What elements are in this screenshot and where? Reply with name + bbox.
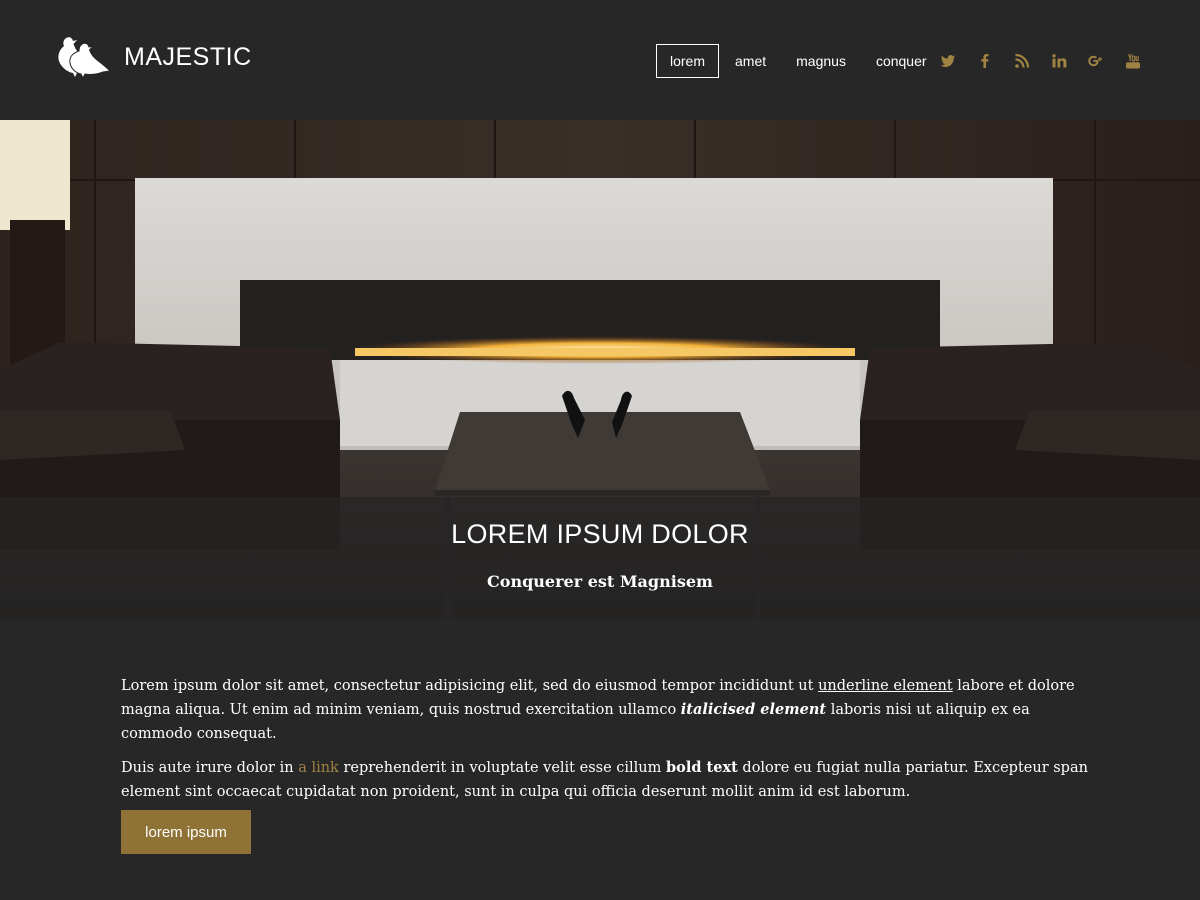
hero-title: LOREM IPSUM DOLOR [451,519,749,549]
inline-link[interactable]: a link [298,760,339,776]
nav-item-conquer[interactable]: conquer [862,44,941,78]
hero-banner: LOREM IPSUM DOLOR Conquerer est Magnisem [0,120,1200,619]
body-paragraph: Duis aute irure dolor in a link reprehen… [121,756,1091,804]
bold-text: bold text [666,759,738,776]
text-span: Lorem ipsum dolor sit amet, consectetur … [121,678,819,694]
rss-icon[interactable] [1011,50,1033,72]
linkedin-icon[interactable] [1048,50,1070,72]
site-header: MAJESTIC lorem amet magnus conquer [0,0,1200,120]
site-logo[interactable]: MAJESTIC [55,35,252,79]
nav-item-lorem[interactable]: lorem [656,44,720,78]
text-span: reprehenderit in voluptate velit esse ci… [338,760,667,776]
two-birds-icon [58,37,111,79]
google-plus-icon[interactable] [1085,50,1107,72]
lorem-ipsum-button[interactable]: lorem ipsum [121,810,251,854]
intro-paragraph: Lorem ipsum dolor sit amet, consectetur … [121,674,1091,746]
hero-caption: LOREM IPSUM DOLOR Conquerer est Magnisem [0,497,1200,619]
logo-text: MAJESTIC [124,43,252,71]
nav-item-magnus[interactable]: magnus [782,44,860,78]
youtube-icon[interactable] [1122,50,1144,72]
facebook-icon[interactable] [974,50,996,72]
social-links [937,50,1159,72]
main-nav: lorem amet magnus conquer [656,44,943,78]
main-content: Lorem ipsum dolor sit amet, consectetur … [121,674,1091,814]
text-span: Duis aute irure dolor in [121,760,299,776]
twitter-icon[interactable] [937,50,959,72]
hero-subtitle: Conquerer est Magnisem [487,572,713,591]
underline-link[interactable]: underline element [818,678,953,694]
nav-item-amet[interactable]: amet [721,44,780,78]
italic-text: italicised element [680,701,827,718]
